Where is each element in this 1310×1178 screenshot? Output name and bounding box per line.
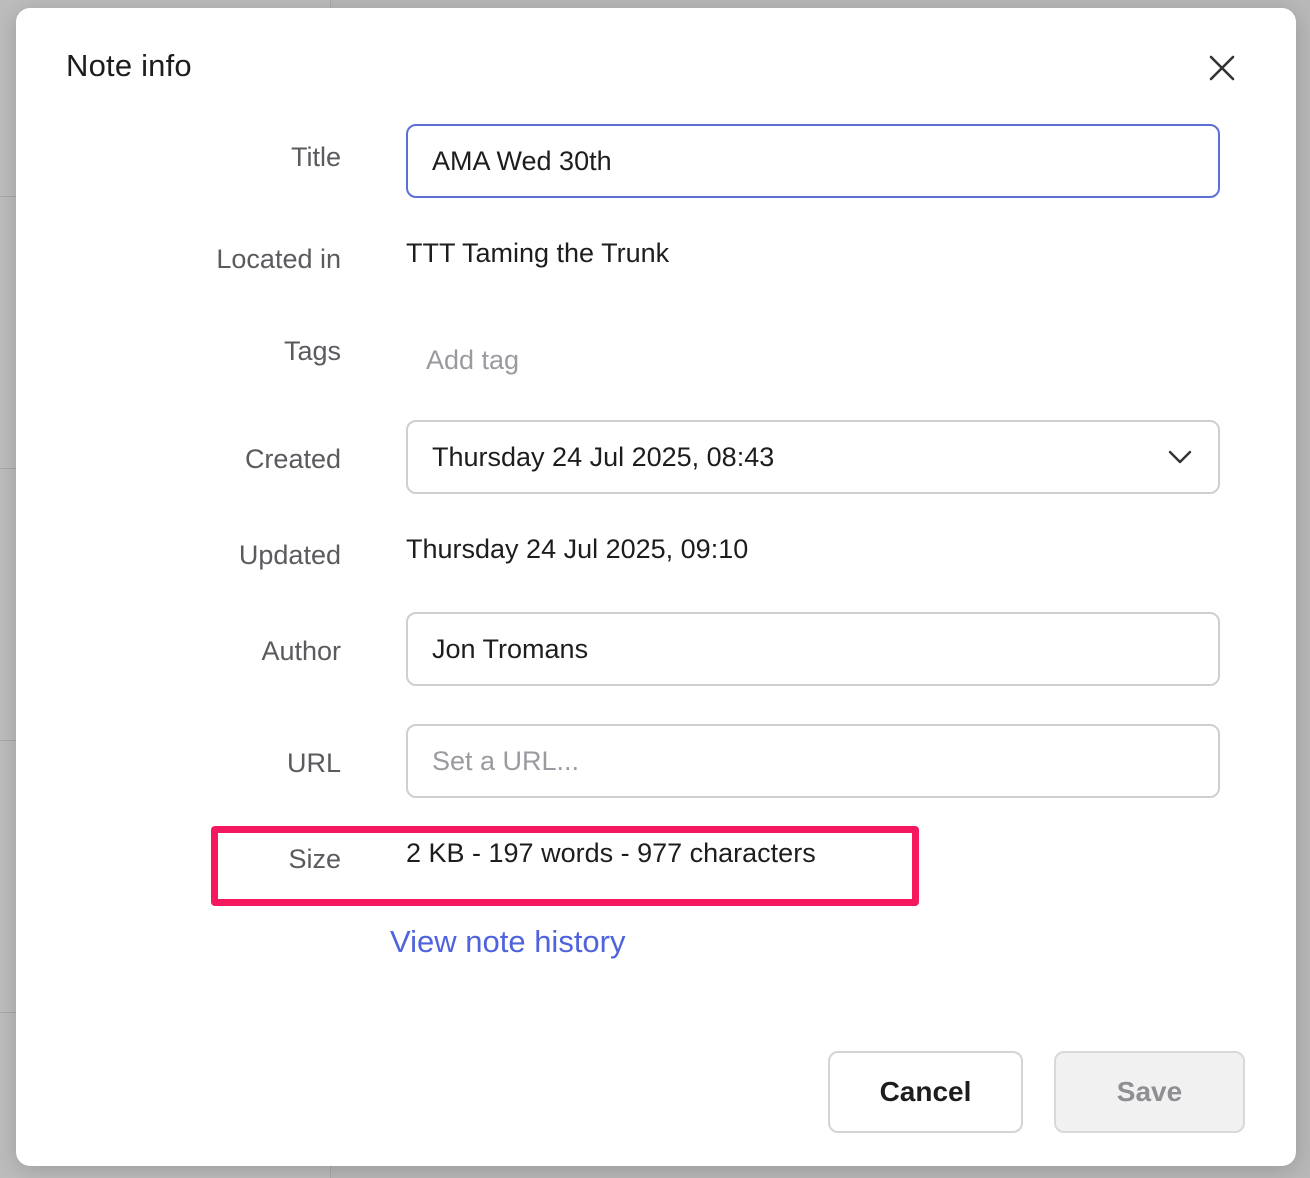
close-icon: [1209, 55, 1235, 81]
cancel-button[interactable]: Cancel: [828, 1051, 1023, 1133]
tags-label: Tags: [283, 336, 341, 366]
note-info-dialog: Note info Title Located in TTT Taming th…: [16, 8, 1296, 1166]
updated-value: Thursday 24 Jul 2025, 09:10: [406, 534, 749, 564]
author-field[interactable]: [406, 612, 1220, 686]
view-note-history-link[interactable]: View note history: [390, 924, 626, 960]
url-label: URL: [286, 748, 341, 778]
title-label: Title: [290, 142, 341, 172]
updated-label: Updated: [238, 540, 341, 570]
located-in-value: TTT Taming the Trunk: [406, 238, 670, 268]
dialog-title: Note info: [66, 48, 192, 83]
add-tag-input[interactable]: [426, 340, 826, 380]
url-input[interactable]: [432, 745, 1218, 777]
size-label: Size: [288, 844, 341, 874]
title-field[interactable]: [406, 124, 1220, 198]
save-button[interactable]: Save: [1054, 1051, 1245, 1133]
chevron-down-icon: [1168, 450, 1192, 464]
created-label: Created: [244, 444, 341, 474]
close-button[interactable]: [1202, 48, 1242, 88]
author-input[interactable]: [432, 633, 1218, 665]
size-value: 2 KB - 197 words - 977 characters: [406, 838, 816, 868]
located-in-label: Located in: [216, 244, 341, 274]
created-value: Thursday 24 Jul 2025, 08:43: [432, 441, 775, 472]
created-select[interactable]: Thursday 24 Jul 2025, 08:43: [406, 420, 1220, 494]
title-input[interactable]: [432, 145, 1218, 177]
author-label: Author: [261, 636, 341, 666]
url-field[interactable]: [406, 724, 1220, 798]
